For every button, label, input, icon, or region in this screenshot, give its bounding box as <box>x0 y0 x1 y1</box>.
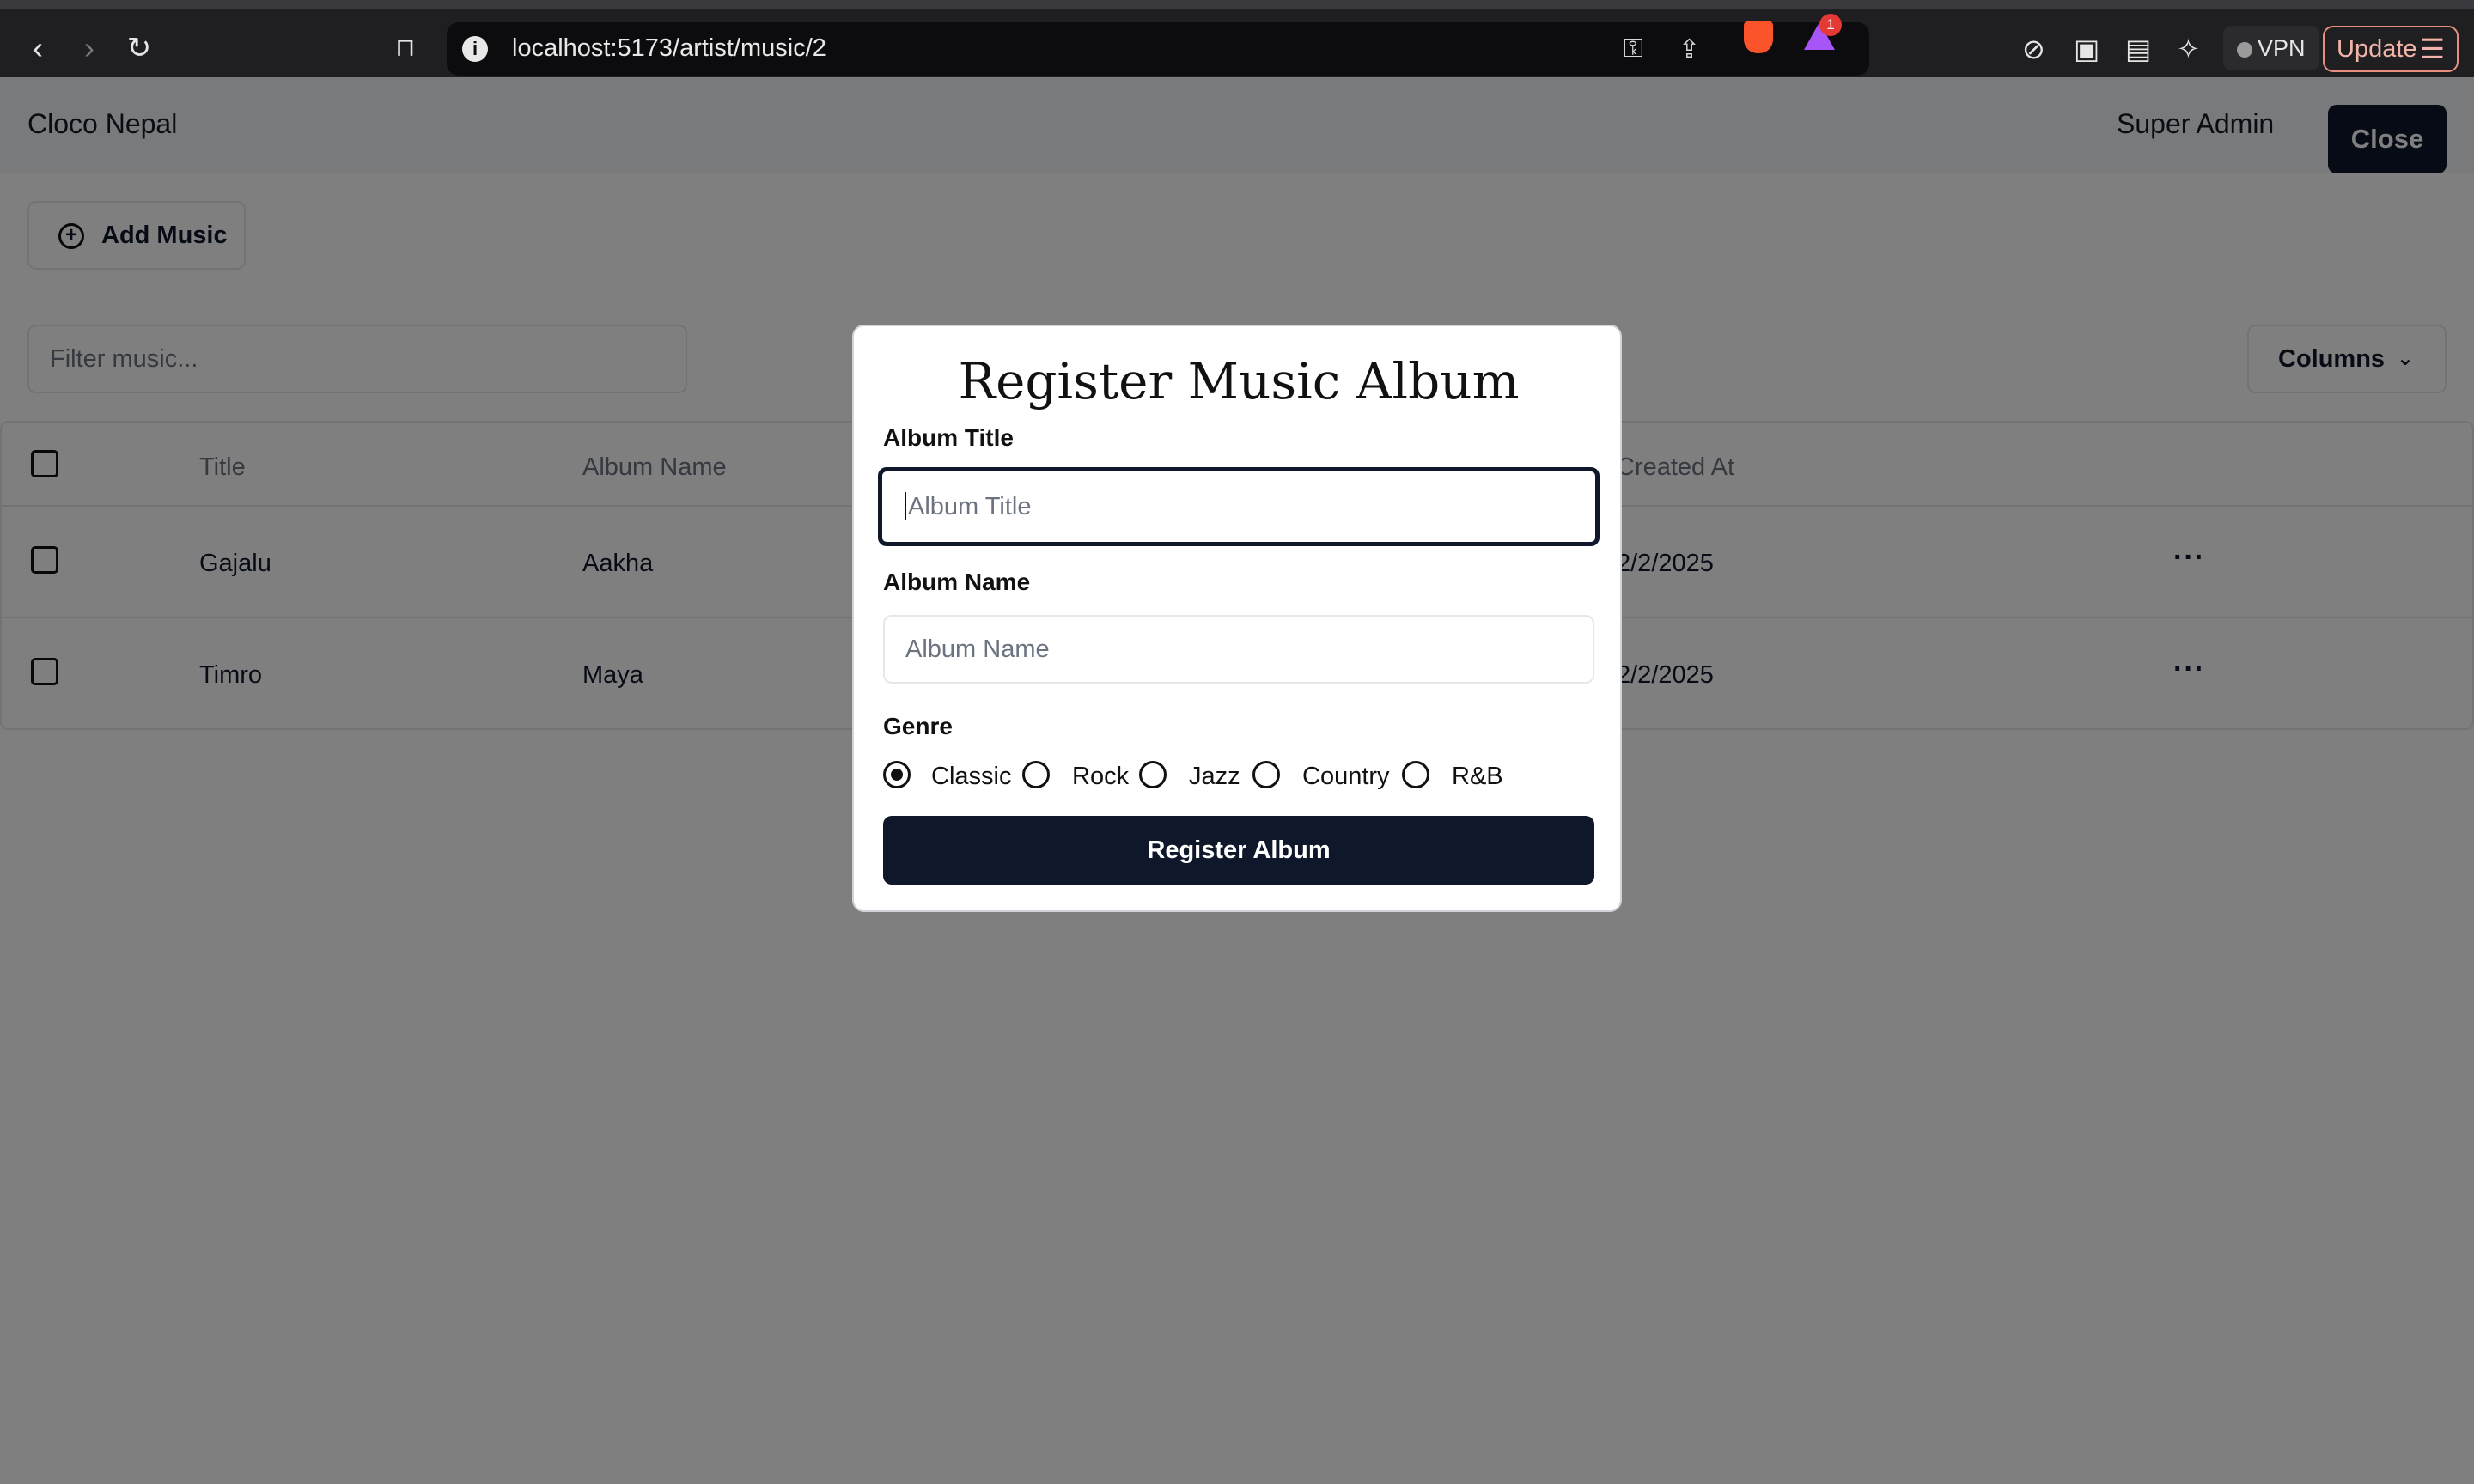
reload-icon[interactable]: ↻ <box>122 31 156 65</box>
genre-label-rnb[interactable]: R&B <box>1452 763 1503 791</box>
register-album-button[interactable]: Register Album <box>883 816 1594 885</box>
text-caret <box>905 492 906 520</box>
forward-icon[interactable]: › <box>72 31 107 65</box>
update-label: Update <box>2337 35 2417 63</box>
genre-radio-rnb[interactable] <box>1402 761 1429 788</box>
genre-radio-classic[interactable] <box>883 761 911 788</box>
genre-label-rock[interactable]: Rock <box>1072 763 1129 791</box>
genre-radio-rock[interactable] <box>1022 761 1050 788</box>
site-info-icon[interactable]: i <box>462 36 488 62</box>
sidebar-icon[interactable]: ▣ <box>2074 33 2099 65</box>
album-name-label: Album Name <box>883 569 1031 595</box>
key-icon[interactable]: ⚿ <box>1624 34 1643 64</box>
update-button[interactable]: Update ☰ <box>2323 26 2459 72</box>
vpn-button[interactable]: VPN <box>2223 26 2319 70</box>
leo-icon[interactable]: ⊘ <box>2022 33 2045 65</box>
url-text[interactable]: localhost:5173/artist/music/2 <box>512 34 826 63</box>
address-bar[interactable]: i localhost:5173/artist/music/2 ⚿ ⇪ <box>447 22 1869 76</box>
album-name-input[interactable]: Album Name <box>883 615 1594 684</box>
browser-toolbar: ‹ › ↻ ⊓ i localhost:5173/artist/music/2 … <box>0 0 2474 77</box>
rewards-badge: 1 <box>1819 14 1842 36</box>
share-icon[interactable]: ⇪ <box>1679 34 1700 64</box>
dialog-title: Register Music Album <box>958 352 1520 411</box>
register-album-dialog: Register Music Album Album Title Album T… <box>852 325 1622 912</box>
bookmark-icon[interactable]: ⊓ <box>388 31 423 65</box>
wallet-icon[interactable]: ▤ <box>2125 33 2151 65</box>
album-title-placeholder: Album Title <box>908 493 1032 520</box>
genre-label: Genre <box>883 713 953 739</box>
brave-shields-icon[interactable] <box>1744 21 1773 53</box>
genre-radio-country[interactable] <box>1252 761 1280 788</box>
genre-label-country[interactable]: Country <box>1302 763 1390 791</box>
back-icon[interactable]: ‹ <box>21 31 55 65</box>
genre-label-classic[interactable]: Classic <box>931 763 1011 791</box>
ai-sparkle-icon[interactable]: ✧ <box>2177 33 2200 65</box>
vpn-label: VPN <box>2258 35 2306 61</box>
hamburger-menu-icon: ☰ <box>2420 33 2445 64</box>
vpn-status-icon <box>2237 42 2252 58</box>
album-title-input[interactable]: Album Title <box>878 467 1600 546</box>
genre-radio-jazz[interactable] <box>1139 761 1167 788</box>
genre-label-jazz[interactable]: Jazz <box>1189 763 1240 791</box>
album-title-label: Album Title <box>883 424 1014 451</box>
